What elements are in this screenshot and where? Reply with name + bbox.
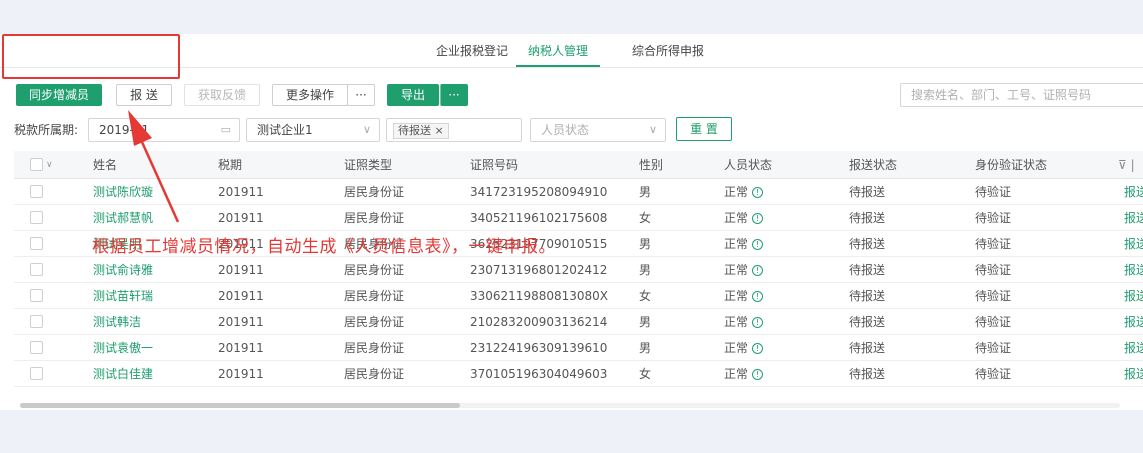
annotation-arrow xyxy=(128,110,180,223)
annotation-text: 根据员工增减员情况，自动生成《人员信息表》，一键申报。 xyxy=(92,237,556,257)
